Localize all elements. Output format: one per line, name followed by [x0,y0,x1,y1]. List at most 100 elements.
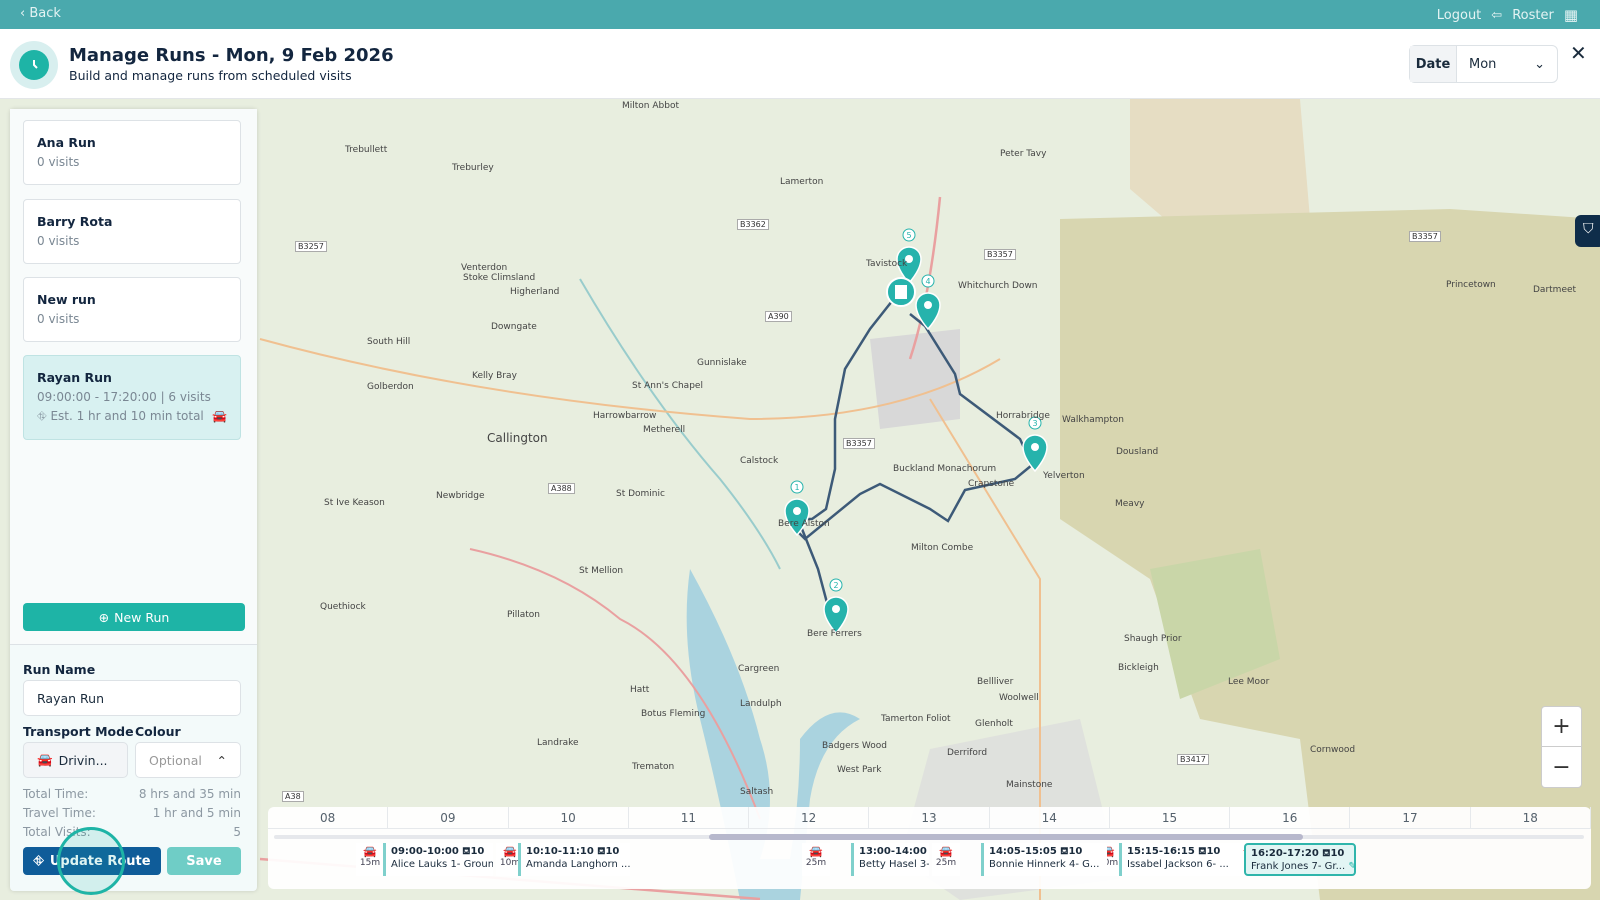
hour-label: 09 [388,807,509,828]
run-estimate: Est. 1 hr and 10 min total [50,409,204,423]
map-place-label: Walkhampton [1062,415,1124,425]
map-place-label: Pillaton [507,610,540,620]
visit-block[interactable]: 13:00-14:00 ⛾ Betty Hasel 3- [851,843,929,876]
close-icon[interactable]: ✕ [1570,41,1587,65]
visit-time: 10:10-11:10 ⛾10 [526,846,620,857]
map-place-label: Kelly Bray [472,371,517,381]
total-time-value: 8 hrs and 35 min [138,787,241,801]
map-place-label: Cargreen [738,664,780,674]
map-place-label: Newbridge [436,491,485,501]
travel-segment: 🚘 25m [932,843,960,876]
edit-icon[interactable]: ✎ [1345,861,1354,872]
roster-link[interactable]: Roster [1512,8,1554,23]
run-name: Rayan Run [37,370,112,385]
visit-block[interactable]: 16:20-17:20 ⛾10 Frank Jones 7- Gr... ✎ [1244,843,1356,876]
road-label: B3362 [737,219,769,230]
clock-icon [10,41,58,89]
map-place-label: Lamerton [780,177,824,187]
map-place-label: West Park [837,765,882,775]
zoom-control: + − [1541,706,1582,788]
map-place-label: Shaugh Prior [1124,634,1182,644]
new-run-button[interactable]: ⊕ New Run [23,603,245,631]
save-button[interactable]: Save [167,847,241,875]
visit-block[interactable]: 09:00-10:00 ⛾10 Alice Lauks 1- Groun... [383,843,493,876]
map-place-label: St Dominic [616,489,665,499]
run-summary: 0 visits [37,234,80,248]
visit-block[interactable]: 14:05-15:05 ⛾10 Bonnie Hinnerk 4- G... [981,843,1107,876]
visit-client: Bonnie Hinnerk 4- G... [989,859,1100,870]
road-label: A390 [765,311,792,322]
hour-label: 15 [1110,807,1231,828]
visit-time: 15:15-16:15 ⛾10 [1127,846,1221,857]
map-place-label: Botus Fleming [641,709,706,719]
transport-mode-select[interactable]: 🚘 Drivin... [23,742,128,778]
visit-client: Amanda Langhorn ... [526,859,630,870]
new-run-label: New Run [114,609,170,625]
road-label: A388 [548,483,575,494]
grid-icon[interactable]: ▦ [1564,6,1578,24]
run-summary: 0 visits [37,155,80,169]
map-place-label: St Ive Keason [324,498,385,508]
run-card[interactable]: Barry Rota 0 visits [23,199,241,264]
chevron-down-icon: ⌄ [1534,56,1545,72]
map-place-label: Golberdon [367,382,414,392]
run-name: Barry Rota [37,214,113,229]
map-place-label: Callington [487,431,548,445]
back-link[interactable]: ‹ Back [20,6,61,21]
car-icon: 🚘 [212,409,227,423]
plus-circle-icon: ⊕ [98,609,110,625]
timeline: 08 09 10 11 12 13 14 15 16 17 18 🚘 15m 🚘 10m 🚘 25m 🚘 25m 🚘… [268,807,1591,889]
route-icon: ⛗ [33,853,44,869]
map-place-label: St Mellion [579,566,624,576]
road-label: B3357 [984,249,1016,260]
transport-mode-value: Drivin... [58,752,108,768]
map-place-label: Mainstone [1006,780,1053,790]
map-place-label: Cornwood [1310,745,1356,755]
route-icon: ⛗ [37,409,47,423]
run-summary: 09:00:00 - 17:20:00 | 6 visits [37,390,211,404]
map-place-label: Hatt [630,685,650,695]
run-card-selected[interactable]: Rayan Run 09:00:00 - 17:20:00 | 6 visits… [23,355,241,440]
run-card[interactable]: Ana Run 0 visits [23,120,241,185]
visit-block[interactable]: 10:10-11:10 ⛾10 Amanda Langhorn ... [518,843,630,876]
timeline-hours: 08 09 10 11 12 13 14 15 16 17 18 [268,807,1591,829]
map-place-label: Crapstone [968,479,1015,489]
run-name: Ana Run [37,135,96,150]
map-place-label: Glenholt [975,719,1013,729]
page-header: Manage Runs - Mon, 9 Feb 2026 Build and … [0,29,1600,99]
hour-label: 16 [1230,807,1351,828]
zoom-in-button[interactable]: + [1542,707,1581,747]
map-place-label: Lee Moor [1228,677,1270,687]
total-visits-value: 5 [233,825,241,839]
map-place-label: Milton Abbot [622,101,679,111]
colour-select[interactable]: Optional ⌃ [135,742,241,778]
road-label: B3257 [295,241,327,252]
map-place-label: Treburley [452,163,494,173]
map-place-label: Calstock [740,456,779,466]
run-card[interactable]: New run 0 visits [23,277,241,342]
car-icon: 🚘 [363,845,377,858]
visit-block[interactable]: 15:15-16:15 ⛾10 Issabel Jackson 6- ... [1119,843,1239,876]
visit-time: 14:05-15:05 ⛾10 [989,846,1083,857]
car-icon: 🚘 [809,845,823,858]
map-place-label: Horrabridge [996,411,1050,421]
marker-number: 2 [833,581,838,590]
run-name-input[interactable]: Rayan Run [23,680,241,716]
filter-button[interactable]: ⛉ [1575,215,1600,247]
date-select[interactable]: Date Mon ⌄ [1409,45,1558,83]
map-place-label: Bickleigh [1118,663,1159,673]
date-value: Mon [1469,56,1497,72]
colour-placeholder: Optional [149,752,202,768]
map-place-label: Landulph [740,699,782,709]
zoom-out-button[interactable]: − [1542,747,1581,787]
click-highlight [57,827,125,895]
timeline-scroll-thumb[interactable] [709,834,1303,840]
road-label: A38 [282,791,304,802]
hour-label: 12 [749,807,870,828]
logout-icon[interactable]: ⇦ [1491,8,1502,23]
map-place-label: Woolwell [999,693,1039,703]
map-place-label: Venterdon [461,263,508,273]
hour-label: 18 [1471,807,1591,828]
hour-label: 08 [268,807,389,828]
logout-link[interactable]: Logout [1437,8,1482,23]
